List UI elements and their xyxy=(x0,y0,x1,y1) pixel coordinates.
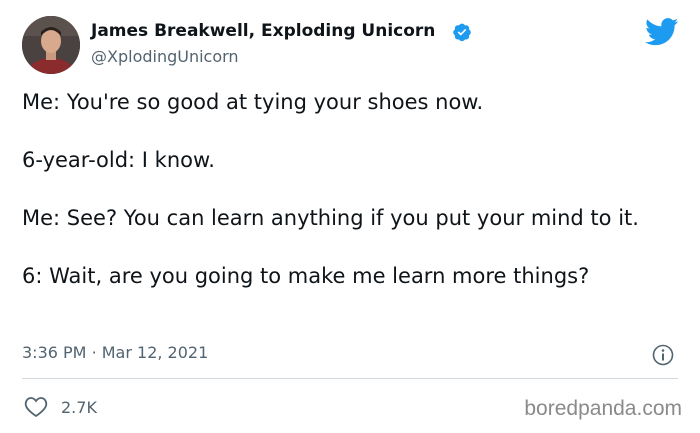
watermark: boredpanda.com xyxy=(524,397,682,420)
twitter-bird-icon[interactable] xyxy=(645,18,679,46)
tweet-paragraph: 6: Wait, are you going to make me learn … xyxy=(22,264,590,288)
tweet-card: James Breakwell, Exploding Unicorn @Xplo… xyxy=(0,0,700,433)
timestamp-separator: · xyxy=(91,343,97,362)
tweet-paragraph: Me: See? You can learn anything if you p… xyxy=(22,206,639,230)
heart-icon[interactable] xyxy=(24,396,48,418)
tweet-time: 3:36 PM xyxy=(22,343,87,362)
tweet-timestamp[interactable]: 3:36 PM · Mar 12, 2021 xyxy=(22,343,208,362)
author-display-name[interactable]: James Breakwell, Exploding Unicorn xyxy=(91,21,435,41)
avatar-image xyxy=(22,16,80,74)
like-count[interactable]: 2.7K xyxy=(61,398,97,417)
verified-badge-icon xyxy=(452,22,472,42)
info-icon[interactable] xyxy=(651,343,675,367)
tweet-paragraph: Me: You're so good at tying your shoes n… xyxy=(22,90,484,114)
author-handle[interactable]: @XplodingUnicorn xyxy=(91,47,239,66)
tweet-paragraph: 6-year-old: I know. xyxy=(22,148,215,172)
divider xyxy=(22,378,678,379)
tweet-date: Mar 12, 2021 xyxy=(101,343,209,362)
avatar[interactable] xyxy=(22,16,80,74)
tweet-body: Me: You're so good at tying your shoes n… xyxy=(22,88,682,320)
